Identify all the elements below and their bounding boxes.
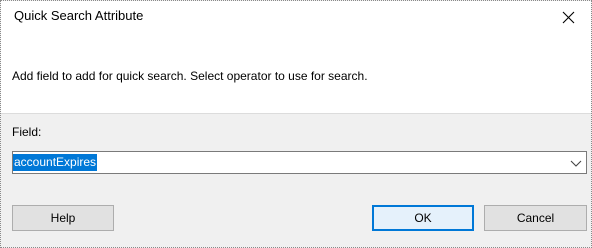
close-icon [562, 11, 574, 23]
title-bar: Quick Search Attribute [1, 1, 591, 33]
description-panel: Add field to add for quick search. Selec… [1, 33, 591, 114]
quick-search-attribute-dialog: Quick Search Attribute Add field to add … [0, 0, 592, 248]
close-button[interactable] [545, 1, 591, 33]
chevron-down-icon[interactable] [570, 158, 582, 168]
cancel-button[interactable]: Cancel [484, 205, 587, 231]
ok-button[interactable]: OK [372, 205, 474, 231]
help-button[interactable]: Help [12, 205, 114, 231]
field-combobox[interactable]: accountExpires [12, 151, 587, 174]
field-selected-value: accountExpires [13, 154, 98, 171]
field-label: Field: [12, 125, 42, 139]
window-title: Quick Search Attribute [14, 8, 144, 23]
description-text: Add field to add for quick search. Selec… [12, 69, 368, 83]
